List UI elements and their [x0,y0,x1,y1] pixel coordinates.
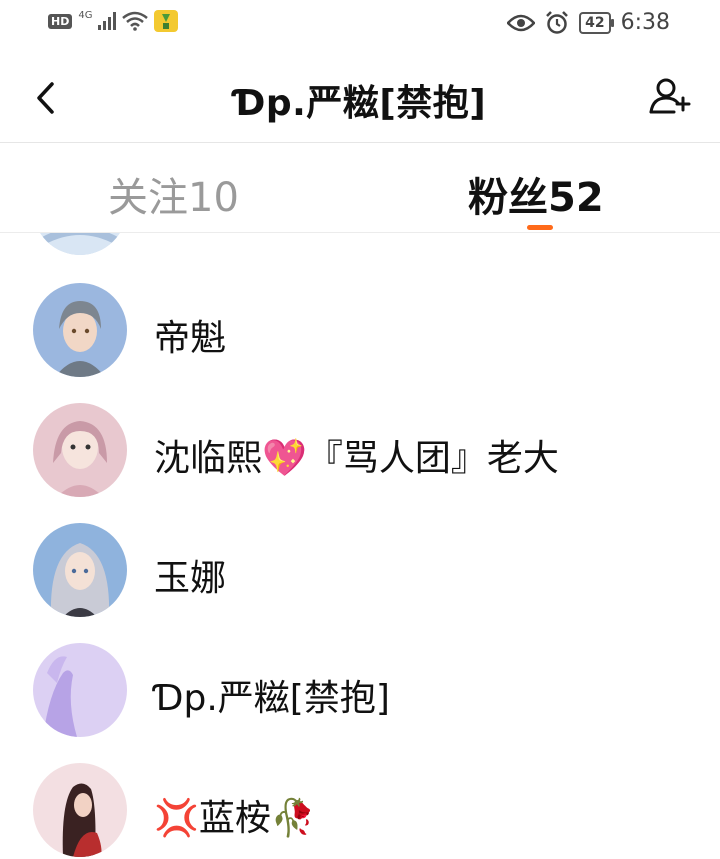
header-bar: Ɗp.严糍[禁抱] [0,52,720,143]
tab-bar: 关注10 粉丝52 [0,143,720,233]
battery-indicator: 42 [579,11,615,34]
list-item[interactable]: 帝魁 [0,257,720,377]
avatar[interactable] [33,283,127,377]
active-tab-indicator [527,225,553,230]
hd-badge: HD [48,13,73,29]
avatar[interactable] [33,763,127,857]
page-title: Ɗp.严糍[禁抱] [233,83,487,124]
follower-name: 沈临熙💖『骂人团』老大 [154,438,559,479]
follower-name: Ɗp.严糍[禁抱] [154,678,390,719]
list-item[interactable] [0,233,720,257]
tab-followers[interactable]: 粉丝52 [468,165,604,223]
alarm-icon [546,10,568,34]
add-user-icon[interactable] [648,74,692,118]
status-right: 42 6:38 [507,10,670,35]
signal-icon [98,12,117,30]
list-item[interactable]: 沈临熙💖『骂人团』老大 [0,377,720,497]
avatar[interactable] [33,523,127,617]
list-item[interactable]: Ɗp.严糍[禁抱] [0,617,720,737]
avatar[interactable] [33,643,127,737]
follower-list[interactable]: 帝魁 沈临熙💖『骂人团』老大 玉娜 Ɗp.严糍[禁抱] 💢蓝桉🥀 [0,233,720,859]
status-bar: HD 4G 42 6:38 [0,0,720,50]
network-type: 4G [78,9,93,21]
status-left: HD 4G [48,9,179,32]
follower-name: 玉娜 [154,558,227,599]
avatar[interactable] [33,403,127,497]
list-item[interactable]: 💢蓝桉🥀 [0,737,720,857]
tab-following[interactable]: 关注10 [108,165,239,223]
app-notification-icon [154,10,179,32]
follower-name: 💢蓝桉🥀 [154,798,316,839]
avatar[interactable] [33,233,127,255]
list-item[interactable]: 玉娜 [0,497,720,617]
follower-name: 帝魁 [154,318,227,359]
eye-icon [507,14,536,31]
wifi-icon [122,11,149,31]
clock: 6:38 [620,10,670,35]
